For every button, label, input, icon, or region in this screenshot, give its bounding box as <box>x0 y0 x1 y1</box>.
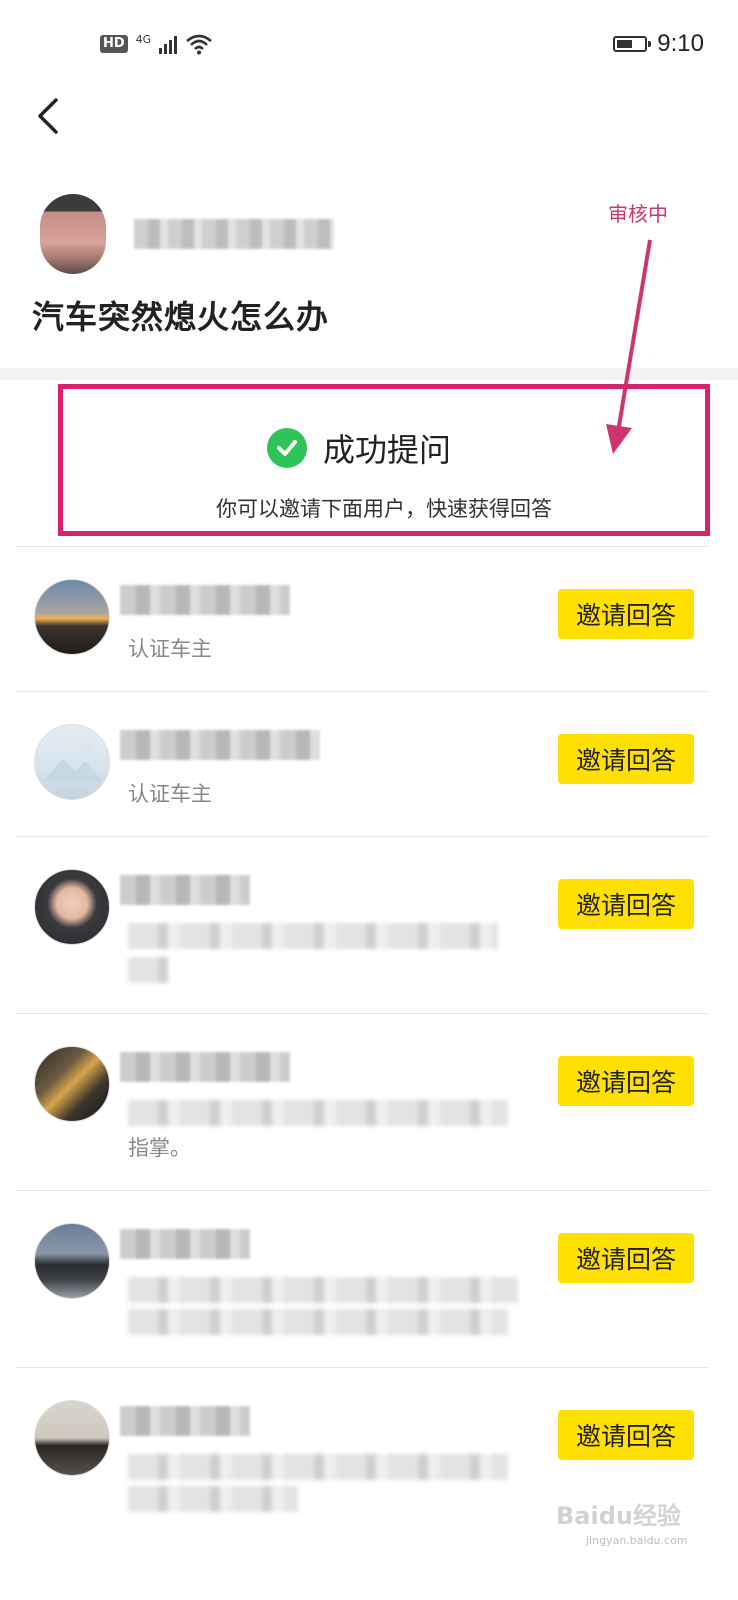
user-desc-blurred <box>128 923 498 949</box>
user-name-blurred <box>120 1052 290 1082</box>
list-item: 认证车主 邀请回答 <box>16 691 708 836</box>
invite-answer-button[interactable]: 邀请回答 <box>558 589 694 639</box>
status-right: 9:10 <box>613 30 704 58</box>
checkmark-icon <box>277 440 297 456</box>
user-avatar[interactable] <box>34 1046 110 1122</box>
status-left: HD 4G <box>100 33 213 55</box>
battery-icon <box>613 36 652 52</box>
success-panel: 成功提问 你可以邀请下面用户，快速获得回答 <box>58 384 710 536</box>
list-item: 认证车主 邀请回答 <box>16 546 708 691</box>
invite-user-list: 认证车主 邀请回答 认证车主 邀请回答 邀请回答 指掌。 邀请回答 邀请回答 邀… <box>16 546 708 1544</box>
asker-avatar[interactable] <box>40 194 106 274</box>
battery-fill <box>617 40 632 48</box>
user-desc-blurred <box>128 1454 508 1480</box>
user-desc-blurred <box>128 1309 508 1335</box>
section-divider <box>0 368 738 380</box>
user-desc-blurred <box>128 1100 508 1126</box>
asker-name-blurred <box>134 219 334 249</box>
user-avatar[interactable] <box>34 1223 110 1299</box>
user-desc: 认证车主 <box>128 782 212 806</box>
invite-answer-button[interactable]: 邀请回答 <box>558 1233 694 1283</box>
chevron-left-icon <box>38 98 58 134</box>
signal-icon <box>159 34 178 54</box>
user-avatar[interactable] <box>34 869 110 945</box>
user-desc: 指掌。 <box>128 1136 191 1160</box>
user-avatar-placeholder[interactable] <box>34 724 110 800</box>
list-item: 邀请回答 <box>16 836 708 1013</box>
watermark: Baidu经验 <box>556 1502 681 1530</box>
user-desc-blurred <box>128 957 168 983</box>
success-subtitle: 你可以邀请下面用户，快速获得回答 <box>216 497 552 521</box>
user-name-blurred <box>120 1229 250 1259</box>
asker-row <box>40 194 334 274</box>
wifi-icon <box>186 34 213 55</box>
watermark-url: jingyan.baidu.com <box>586 1534 688 1547</box>
invite-answer-button[interactable]: 邀请回答 <box>558 879 694 929</box>
clock: 9:10 <box>657 30 704 57</box>
user-name-blurred <box>120 730 320 760</box>
status-bar: HD 4G 9:10 <box>0 0 738 92</box>
success-title: 成功提问 <box>323 431 452 469</box>
network-type: 4G <box>135 32 152 46</box>
invite-answer-button[interactable]: 邀请回答 <box>558 1410 694 1460</box>
back-button[interactable] <box>28 92 72 140</box>
check-circle-icon <box>267 428 307 468</box>
user-desc: 认证车主 <box>128 637 212 661</box>
list-item: 邀请回答 <box>16 1190 708 1367</box>
list-item: 指掌。 邀请回答 <box>16 1013 708 1190</box>
user-desc-blurred <box>128 1486 298 1512</box>
user-desc-blurred <box>128 1277 518 1303</box>
user-avatar[interactable] <box>34 1400 110 1476</box>
hd-badge: HD <box>100 35 128 53</box>
user-name-blurred <box>120 1406 250 1436</box>
image-placeholder-icon <box>43 743 103 781</box>
invite-answer-button[interactable]: 邀请回答 <box>558 734 694 784</box>
user-name-blurred <box>120 585 290 615</box>
user-name-blurred <box>120 875 250 905</box>
invite-answer-button[interactable]: 邀请回答 <box>558 1056 694 1106</box>
question-title: 汽车突然熄火怎么办 <box>32 298 330 336</box>
success-header: 成功提问 <box>267 425 451 471</box>
annotation-label: 审核中 <box>608 202 668 226</box>
user-avatar[interactable] <box>34 579 110 655</box>
